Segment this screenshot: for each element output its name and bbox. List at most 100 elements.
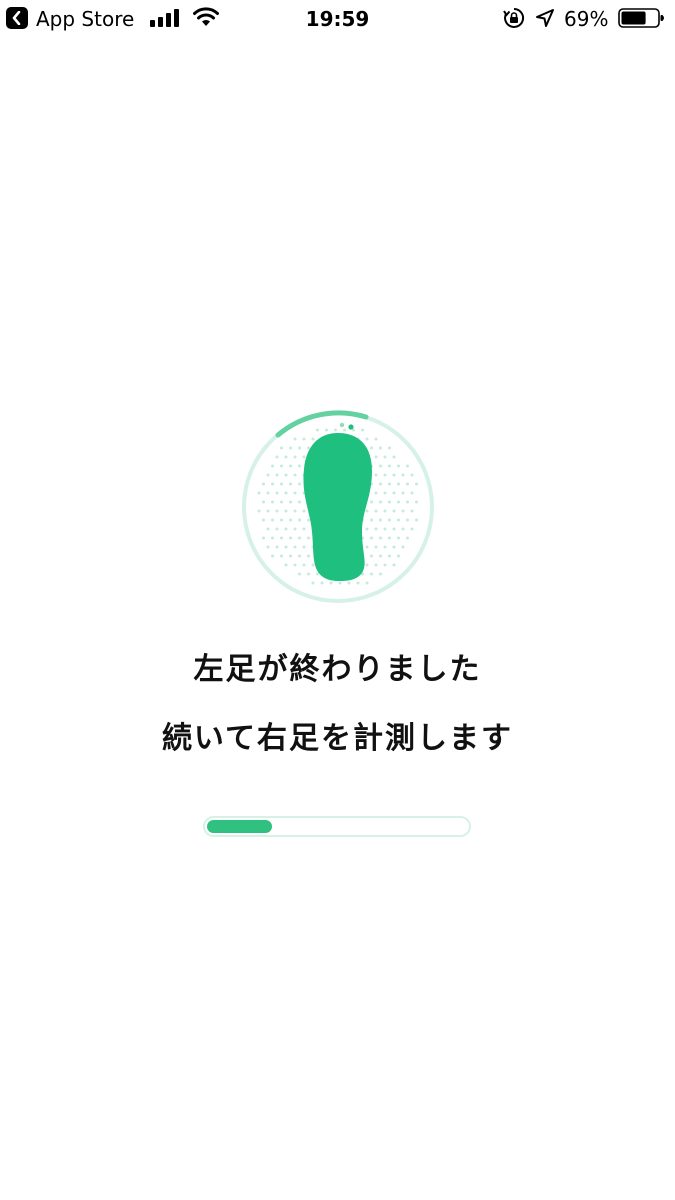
pattern-dot xyxy=(271,500,274,504)
pattern-dot xyxy=(392,509,396,513)
pattern-dot xyxy=(347,581,351,585)
foot-illustration xyxy=(242,410,434,603)
ring-dot xyxy=(339,422,345,428)
pattern-dot xyxy=(302,527,306,531)
pattern-dot xyxy=(401,491,405,495)
pattern-dot xyxy=(275,491,279,495)
pattern-dot xyxy=(374,563,378,567)
pattern-dot xyxy=(392,491,396,495)
pattern-dot xyxy=(289,500,292,504)
pattern-dot xyxy=(262,482,265,486)
pattern-dot xyxy=(298,500,301,504)
pattern-dot xyxy=(271,518,274,522)
pattern-dot xyxy=(392,473,396,477)
pattern-dot xyxy=(298,518,301,522)
pattern-dot xyxy=(365,563,369,567)
pattern-dot xyxy=(280,446,283,450)
pattern-dot xyxy=(365,527,369,531)
progress-fill xyxy=(207,820,272,833)
pattern-dot xyxy=(293,527,297,531)
pattern-dot xyxy=(307,536,310,540)
pattern-dot xyxy=(392,563,396,567)
pattern-dot xyxy=(388,518,391,522)
pattern-dot xyxy=(298,554,301,558)
pattern-dot xyxy=(406,482,409,486)
pattern-dot xyxy=(338,581,342,585)
pattern-dot xyxy=(370,500,373,504)
pattern-dot xyxy=(325,428,328,432)
pattern-dot xyxy=(406,500,409,504)
pattern-dot xyxy=(329,581,333,585)
pattern-dot xyxy=(293,473,297,477)
pattern-dot xyxy=(293,509,297,513)
pattern-dot xyxy=(401,545,405,549)
pattern-dot xyxy=(311,437,315,441)
pattern-dot xyxy=(370,518,373,522)
pattern-dot xyxy=(392,455,396,459)
location-arrow-icon xyxy=(536,9,554,27)
pattern-dot xyxy=(370,536,373,540)
pattern-dot xyxy=(316,428,319,432)
pattern-dot xyxy=(302,509,306,513)
pattern-dot xyxy=(302,545,306,549)
pattern-dot xyxy=(307,518,310,522)
pattern-dot xyxy=(374,473,378,477)
pattern-dot xyxy=(284,545,288,549)
pattern-dot xyxy=(406,464,409,468)
pattern-dot xyxy=(388,464,391,468)
pattern-dot xyxy=(266,545,270,549)
pattern-dot xyxy=(271,464,274,468)
pattern-dot xyxy=(293,455,297,459)
pattern-dot xyxy=(356,581,360,585)
pattern-dot xyxy=(275,527,279,531)
pattern-dot xyxy=(271,482,274,486)
pattern-dot xyxy=(298,536,301,540)
pattern-dot xyxy=(379,500,382,504)
pattern-dot xyxy=(374,527,378,531)
pattern-dot xyxy=(280,554,283,558)
pattern-dot xyxy=(379,446,382,450)
pattern-dot xyxy=(289,518,292,522)
pattern-dot xyxy=(370,554,373,558)
pattern-dot xyxy=(374,545,378,549)
pattern-dot xyxy=(401,527,405,531)
pattern-dot xyxy=(271,536,274,540)
pattern-dot xyxy=(289,536,292,540)
pattern-dot xyxy=(361,428,364,432)
battery-icon xyxy=(618,8,664,28)
pattern-dot xyxy=(280,536,283,540)
pattern-dot xyxy=(262,518,265,522)
pattern-dot xyxy=(410,491,414,495)
pattern-dot xyxy=(271,554,274,558)
pattern-dot xyxy=(397,500,400,504)
pattern-dot xyxy=(397,482,400,486)
pattern-dot xyxy=(266,491,270,495)
pattern-dot xyxy=(311,581,315,585)
pattern-dot xyxy=(343,428,346,432)
pattern-dot xyxy=(415,518,418,522)
pattern-dot xyxy=(275,545,279,549)
pattern-dot xyxy=(284,527,288,531)
pattern-dot xyxy=(397,518,400,522)
pattern-dot xyxy=(383,509,387,513)
pattern-dot xyxy=(397,464,400,468)
pattern-dot xyxy=(410,473,414,477)
pattern-dot xyxy=(257,491,261,495)
pattern-dot xyxy=(401,509,405,513)
pattern-dot xyxy=(365,581,369,585)
pattern-dot xyxy=(284,455,288,459)
pattern-dot xyxy=(289,482,292,486)
pattern-dot xyxy=(293,437,297,441)
pattern-dot xyxy=(401,473,405,477)
pattern-dot xyxy=(289,446,292,450)
pattern-dot xyxy=(374,491,378,495)
pattern-dot xyxy=(311,563,315,567)
pattern-dot xyxy=(284,563,288,567)
pattern-dot xyxy=(266,527,270,531)
status-bar: App Store 19:59 69% xyxy=(0,0,675,40)
pattern-dot xyxy=(410,527,414,531)
pattern-dot xyxy=(266,509,270,513)
pattern-dot xyxy=(280,518,283,522)
pattern-dot xyxy=(379,464,382,468)
pattern-dot xyxy=(365,545,369,549)
